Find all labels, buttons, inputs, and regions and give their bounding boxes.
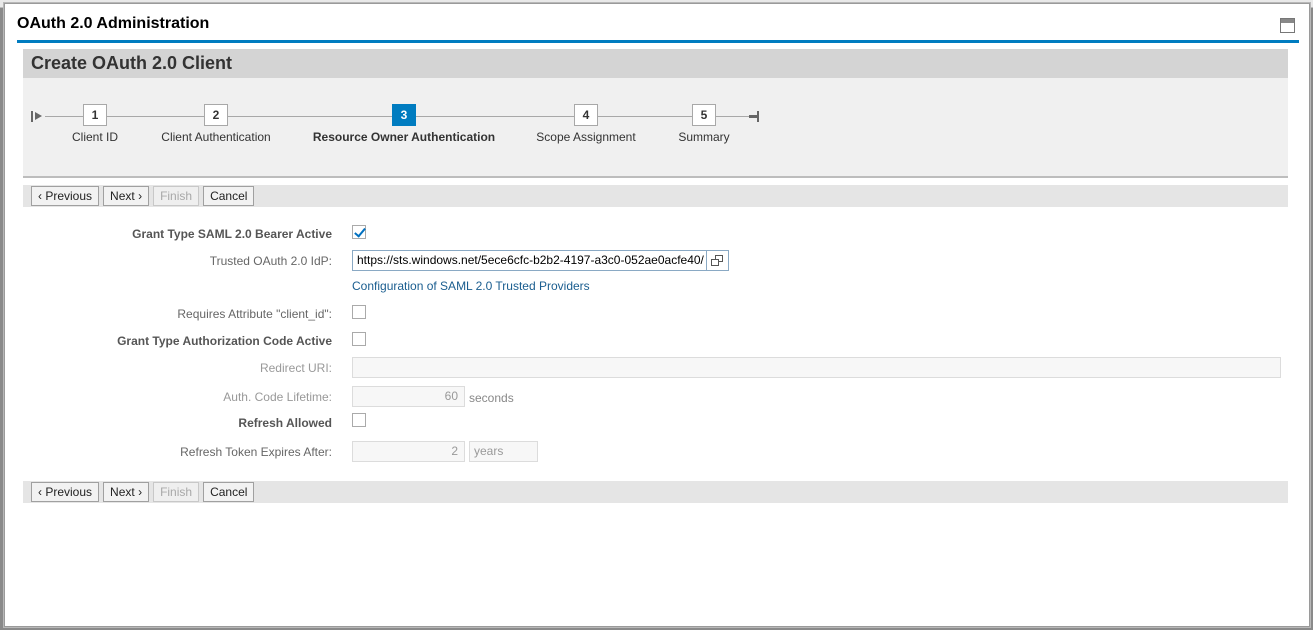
resource-owner-auth-form: Grant Type SAML 2.0 Bearer Active Truste… xyxy=(23,207,1288,481)
chevron-right-icon: › xyxy=(138,485,143,499)
step-label: Client Authentication xyxy=(161,130,271,144)
refresh-allowed-checkbox[interactable] xyxy=(352,413,366,427)
step-number: 4 xyxy=(574,104,598,126)
previous-button[interactable]: ‹ Previous xyxy=(31,482,100,502)
refresh-expires-label: Refresh Token Expires After: xyxy=(180,445,332,459)
chevron-left-icon: ‹ xyxy=(38,189,42,203)
auth-code-lifetime-unit: seconds xyxy=(469,391,514,405)
roadmap-step-summary[interactable]: 5 Summary xyxy=(604,78,804,144)
chevron-left-icon: ‹ xyxy=(38,485,42,499)
next-label: Next xyxy=(110,485,135,499)
refresh-allowed-label: Refresh Allowed xyxy=(238,416,332,430)
saml-trusted-providers-link[interactable]: Configuration of SAML 2.0 Trusted Provid… xyxy=(352,279,590,293)
bottom-button-bar: ‹ Previous Next › Finish Cancel xyxy=(23,481,1288,503)
previous-label: Previous xyxy=(45,189,93,203)
cancel-button[interactable]: Cancel xyxy=(203,186,255,206)
refresh-expires-unit-select[interactable]: years xyxy=(469,441,538,462)
requires-client-id-label: Requires Attribute "client_id": xyxy=(177,307,332,321)
auth-code-lifetime-label: Auth. Code Lifetime: xyxy=(223,390,332,404)
next-button[interactable]: Next › xyxy=(103,186,150,206)
dialog-title: OAuth 2.0 Administration xyxy=(17,15,210,32)
step-label: Resource Owner Authentication xyxy=(312,130,496,144)
requires-client-id-checkbox[interactable] xyxy=(352,305,366,319)
wizard-title: Create OAuth 2.0 Client xyxy=(23,49,1288,78)
auth-code-active-label: Grant Type Authorization Code Active xyxy=(117,334,332,348)
redirect-uri-input[interactable] xyxy=(352,357,1281,378)
chevron-right-icon: › xyxy=(138,189,143,203)
step-number: 1 xyxy=(83,104,107,126)
finish-button[interactable]: Finish xyxy=(153,186,200,206)
step-label: Summary xyxy=(678,130,730,144)
previous-label: Previous xyxy=(45,485,93,499)
trusted-idp-input[interactable]: https://sts.windows.net/5ece6cfc-b2b2-41… xyxy=(352,250,729,271)
next-label: Next xyxy=(110,189,135,203)
refresh-expires-input[interactable]: 2 xyxy=(352,441,465,462)
step-number: 5 xyxy=(692,104,716,126)
finish-button[interactable]: Finish xyxy=(153,482,200,502)
previous-button[interactable]: ‹ Previous xyxy=(31,186,100,206)
roadmap-step-client-authentication[interactable]: 2 Client Authentication xyxy=(116,78,316,144)
roadmap-step-resource-owner-authentication[interactable]: 3 Resource Owner Authentication xyxy=(304,78,504,144)
wizard-content: Create OAuth 2.0 Client 1 Client ID 2 Cl… xyxy=(23,49,1288,503)
maximize-icon[interactable] xyxy=(1280,18,1295,33)
trusted-idp-value: https://sts.windows.net/5ece6cfc-b2b2-41… xyxy=(357,253,704,267)
wizard-roadmap: 1 Client ID 2 Client Authentication 3 Re… xyxy=(23,78,1288,178)
step-number: 2 xyxy=(204,104,228,126)
next-button[interactable]: Next › xyxy=(103,482,150,502)
cancel-button[interactable]: Cancel xyxy=(203,482,255,502)
oauth-admin-dialog: OAuth 2.0 Administration Create OAuth 2.… xyxy=(4,3,1310,627)
auth-code-lifetime-input[interactable]: 60 xyxy=(352,386,465,407)
value-help-icon[interactable] xyxy=(706,251,728,270)
trusted-idp-label: Trusted OAuth 2.0 IdP: xyxy=(209,254,332,268)
saml-bearer-label: Grant Type SAML 2.0 Bearer Active xyxy=(132,227,332,241)
redirect-uri-label: Redirect URI: xyxy=(259,361,332,375)
auth-code-active-checkbox[interactable] xyxy=(352,332,366,346)
saml-bearer-checkbox[interactable] xyxy=(352,225,366,239)
dialog-header: OAuth 2.0 Administration xyxy=(17,4,1299,43)
step-number: 3 xyxy=(392,104,416,126)
top-button-bar: ‹ Previous Next › Finish Cancel xyxy=(23,185,1288,207)
